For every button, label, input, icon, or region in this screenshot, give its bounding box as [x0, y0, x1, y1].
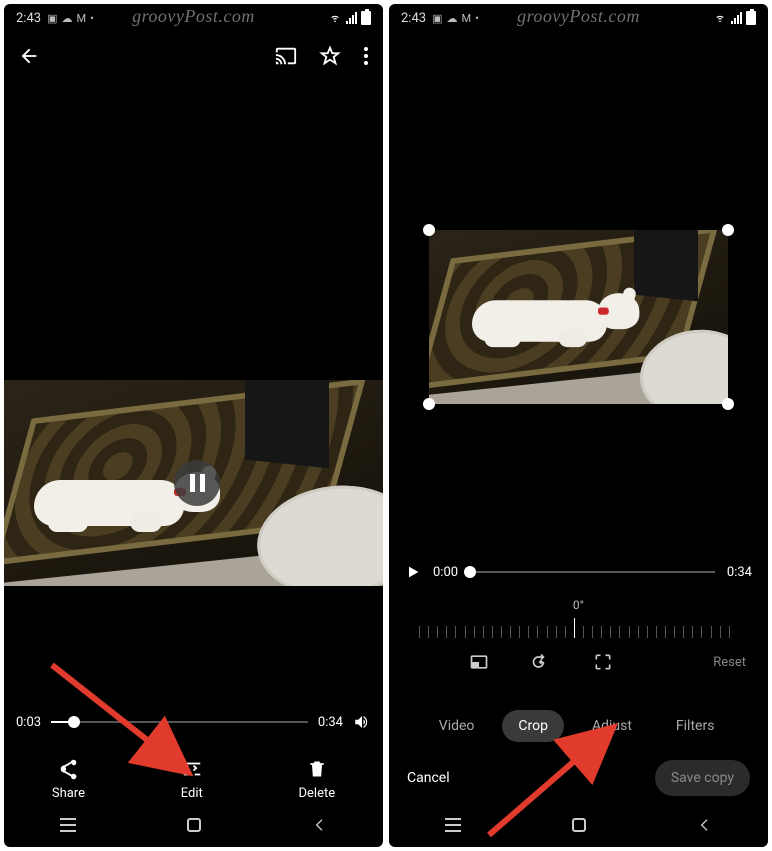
- crop-handle-bottom-right[interactable]: [722, 398, 734, 410]
- time-current: 0:00: [433, 565, 458, 580]
- video-frame[interactable]: [4, 380, 383, 586]
- pause-button[interactable]: [174, 460, 220, 506]
- mail-icon: M: [76, 12, 86, 25]
- edit-tabs: Video Crop Adjust Filters: [389, 710, 768, 742]
- crop-handle-top-left[interactable]: [423, 224, 435, 236]
- picture-icon: ▣: [432, 12, 442, 25]
- mail-icon: M: [461, 12, 471, 25]
- nav-home-icon[interactable]: [187, 818, 201, 832]
- delete-label: Delete: [298, 786, 335, 801]
- edit-button[interactable]: Edit: [181, 758, 203, 801]
- wifi-icon: [713, 13, 727, 23]
- system-nav-bar: [389, 803, 768, 847]
- cloud-icon: ☁: [61, 12, 72, 25]
- cancel-button[interactable]: Cancel: [407, 770, 450, 786]
- time-total: 0:34: [318, 715, 343, 730]
- nav-back-icon[interactable]: [697, 817, 713, 833]
- cast-icon[interactable]: [275, 45, 297, 67]
- share-button[interactable]: Share: [52, 758, 85, 801]
- app-top-bar: [4, 32, 383, 80]
- bottom-actions: Share Edit Delete: [4, 758, 383, 801]
- bottom-row: Cancel Save copy: [389, 760, 768, 796]
- nav-recent-icon[interactable]: [445, 818, 461, 832]
- video-player-area: [4, 80, 383, 847]
- tab-adjust[interactable]: Adjust: [576, 710, 648, 742]
- scrubber[interactable]: [470, 571, 715, 573]
- save-copy-button[interactable]: Save copy: [655, 760, 750, 796]
- free-crop-icon[interactable]: [593, 652, 613, 672]
- nav-home-icon[interactable]: [572, 818, 586, 832]
- dot-icon: •: [90, 12, 94, 25]
- tab-crop[interactable]: Crop: [502, 710, 564, 742]
- crop-handle-top-right[interactable]: [722, 224, 734, 236]
- picture-icon: ▣: [47, 12, 57, 25]
- rotate-icon[interactable]: [531, 652, 551, 672]
- volume-icon[interactable]: [353, 713, 371, 731]
- star-icon[interactable]: [319, 45, 341, 67]
- status-notification-icons: ▣ ☁ M •: [432, 12, 479, 25]
- signal-icon: [731, 12, 742, 24]
- battery-icon: [746, 11, 756, 25]
- crop-tools-row: Reset: [389, 652, 768, 672]
- scrubber-row: 0:03 0:34: [4, 713, 383, 731]
- crop-handle-bottom-left[interactable]: [423, 398, 435, 410]
- cloud-icon: ☁: [446, 12, 457, 25]
- nav-recent-icon[interactable]: [60, 818, 76, 832]
- back-arrow-icon[interactable]: [18, 45, 40, 67]
- play-icon[interactable]: [405, 564, 421, 580]
- watermark-text: groovyPost.com: [132, 6, 255, 27]
- status-notification-icons: ▣ ☁ M •: [47, 12, 94, 25]
- time-total: 0:34: [727, 565, 752, 580]
- crop-frame-wrapper[interactable]: [429, 230, 728, 404]
- tab-video[interactable]: Video: [423, 710, 491, 742]
- status-right-icons: [713, 11, 756, 25]
- system-nav-bar: [4, 803, 383, 847]
- tab-filters[interactable]: Filters: [660, 710, 731, 742]
- aspect-ratio-icon[interactable]: [469, 652, 489, 672]
- time-current: 0:03: [16, 715, 41, 730]
- video-frame: [429, 230, 728, 404]
- wifi-icon: [328, 13, 342, 23]
- screenshot-view-video: 2:43 ▣ ☁ M • groovyPost.com: [4, 4, 383, 847]
- play-scrub-row: 0:00 0:34: [389, 564, 768, 580]
- dot-icon: •: [475, 12, 479, 25]
- more-icon[interactable]: [363, 46, 369, 66]
- reset-button[interactable]: Reset: [713, 655, 746, 670]
- scrubber[interactable]: [51, 721, 308, 723]
- signal-icon: [346, 12, 357, 24]
- status-time: 2:43: [16, 11, 41, 26]
- status-bar: 2:43 ▣ ☁ M • groovyPost.com: [389, 4, 768, 32]
- battery-icon: [361, 11, 371, 25]
- status-right-icons: [328, 11, 371, 25]
- share-label: Share: [52, 786, 85, 801]
- screenshot-crop-editor: 2:43 ▣ ☁ M • groovyPost.com: [389, 4, 768, 847]
- dog-subject: [472, 286, 634, 356]
- nav-back-icon[interactable]: [312, 817, 328, 833]
- delete-button[interactable]: Delete: [298, 758, 335, 801]
- rotation-slider[interactable]: [419, 616, 738, 638]
- status-bar: 2:43 ▣ ☁ M • groovyPost.com: [4, 4, 383, 32]
- rotation-value: 0°: [389, 598, 768, 612]
- edit-label: Edit: [181, 786, 203, 801]
- status-time: 2:43: [401, 11, 426, 26]
- watermark-text: groovyPost.com: [517, 6, 640, 27]
